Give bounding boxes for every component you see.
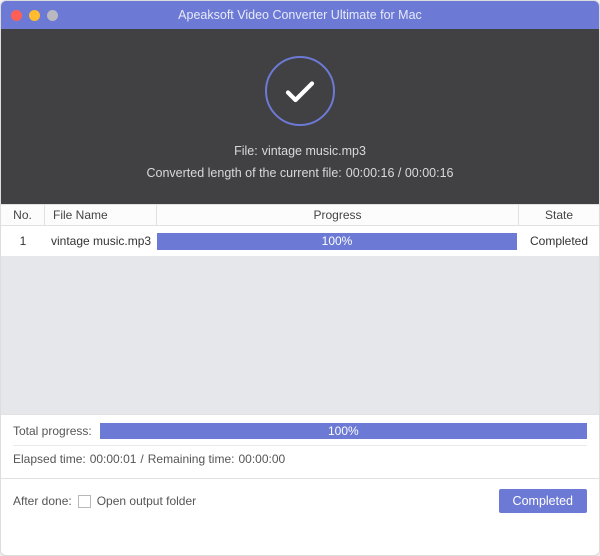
col-header-no: No. bbox=[1, 205, 45, 225]
table-header: No. File Name Progress State bbox=[1, 204, 599, 226]
footer-summary: Total progress: 100% Elapsed time: 00:00… bbox=[1, 414, 599, 478]
table-body: 1 vintage music.mp3 100% Completed bbox=[1, 226, 599, 414]
converted-value: 00:00:16 / 00:00:16 bbox=[346, 166, 454, 180]
time-line: Elapsed time: 00:00:01 / Remaining time:… bbox=[13, 446, 587, 472]
window-title: Apeaksoft Video Converter Ultimate for M… bbox=[1, 8, 599, 22]
remaining-label: Remaining time: bbox=[148, 452, 235, 466]
total-progress-line: Total progress: 100% bbox=[13, 423, 587, 446]
cell-filename: vintage music.mp3 bbox=[45, 234, 157, 248]
table-row[interactable]: 1 vintage music.mp3 100% Completed bbox=[1, 226, 599, 256]
maximize-icon[interactable] bbox=[47, 10, 58, 21]
elapsed-value: 00:00:01 bbox=[90, 452, 137, 466]
app-window: Apeaksoft Video Converter Ultimate for M… bbox=[0, 0, 600, 556]
remaining-value: 00:00:00 bbox=[238, 452, 285, 466]
file-name: vintage music.mp3 bbox=[262, 144, 366, 158]
col-header-state: State bbox=[519, 205, 599, 225]
after-done-line: After done: Open output folder Completed bbox=[1, 478, 599, 525]
minimize-icon[interactable] bbox=[29, 10, 40, 21]
total-progress-track: 100% bbox=[100, 423, 587, 439]
cell-no: 1 bbox=[1, 234, 45, 248]
total-progress-bar: 100% bbox=[100, 423, 587, 439]
col-header-progress: Progress bbox=[157, 205, 519, 225]
file-label: File: bbox=[234, 144, 258, 158]
cell-progress: 100% bbox=[157, 233, 519, 250]
cell-state: Completed bbox=[519, 234, 599, 248]
total-progress-label: Total progress: bbox=[13, 424, 92, 438]
titlebar: Apeaksoft Video Converter Ultimate for M… bbox=[1, 1, 599, 29]
status-panel: File: vintage music.mp3 Converted length… bbox=[1, 29, 599, 204]
completed-button[interactable]: Completed bbox=[499, 489, 587, 513]
current-file-line: File: vintage music.mp3 bbox=[234, 144, 366, 158]
time-separator: / bbox=[140, 452, 143, 466]
after-done-label: After done: bbox=[13, 494, 72, 508]
open-output-label[interactable]: Open output folder bbox=[97, 494, 196, 508]
row-progress-bar: 100% bbox=[157, 233, 517, 250]
col-header-filename: File Name bbox=[45, 205, 157, 225]
converted-label: Converted length of the current file: bbox=[147, 166, 342, 180]
close-icon[interactable] bbox=[11, 10, 22, 21]
elapsed-label: Elapsed time: bbox=[13, 452, 86, 466]
traffic-lights bbox=[11, 10, 58, 21]
open-output-checkbox[interactable] bbox=[78, 495, 91, 508]
checkmark-icon bbox=[265, 56, 335, 126]
converted-length-line: Converted length of the current file: 00… bbox=[147, 166, 454, 180]
